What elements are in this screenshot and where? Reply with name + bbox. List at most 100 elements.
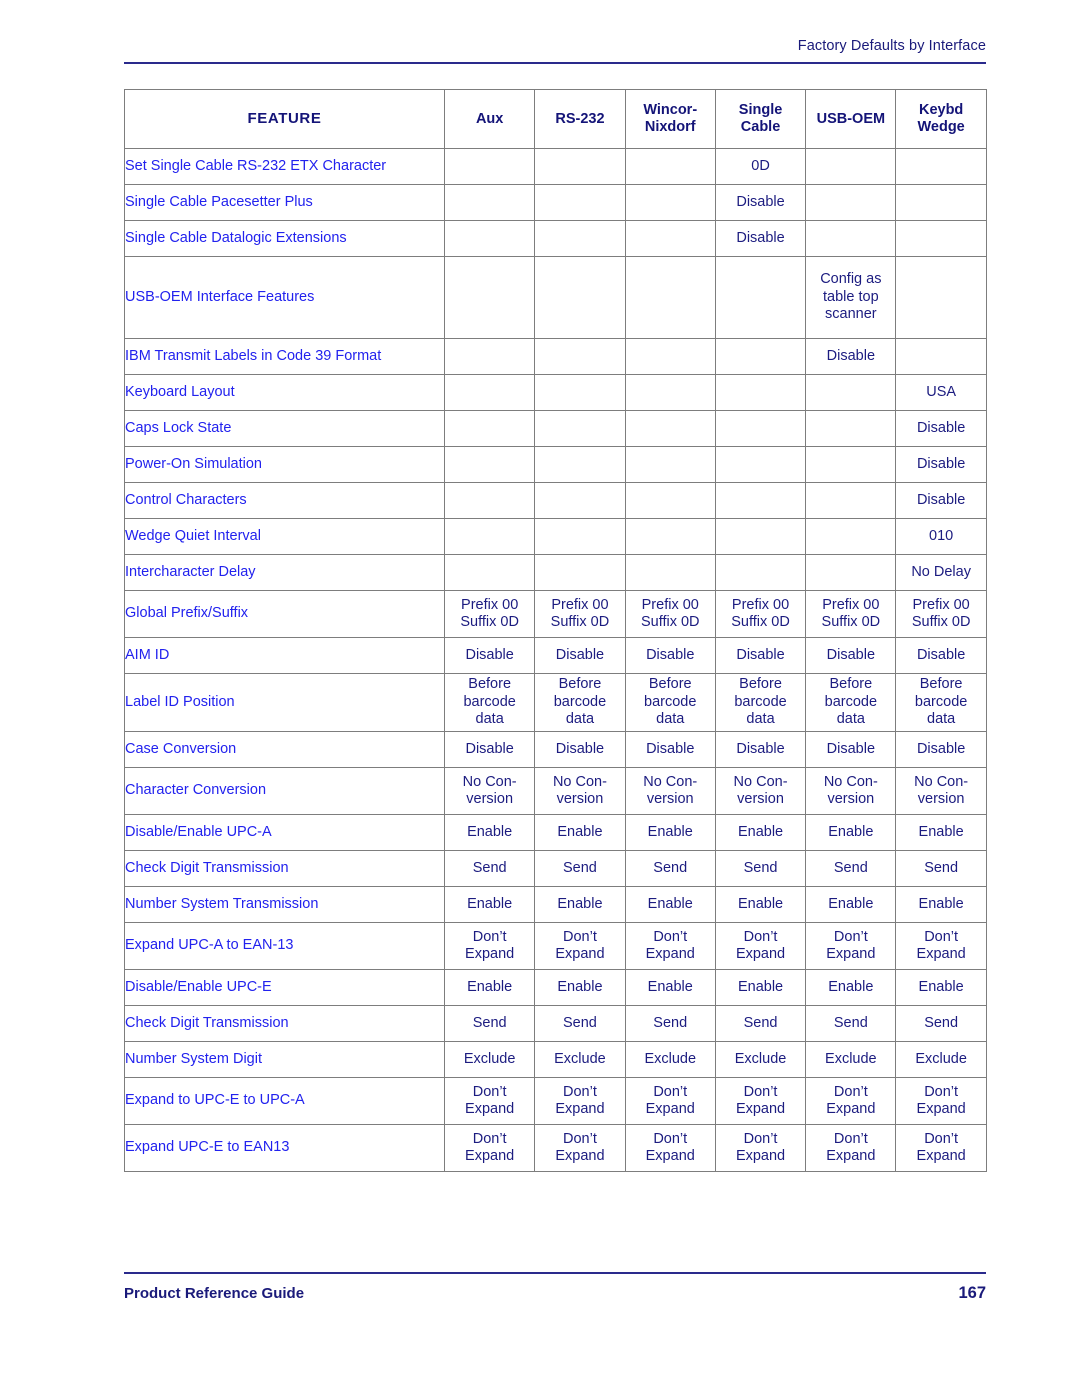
value-cell: Before barcode data	[534, 673, 626, 732]
value-cell	[534, 184, 626, 221]
feature-name-cell: Number System Transmission	[124, 886, 445, 923]
value-cell: Send	[714, 850, 807, 887]
value-cell: Don’t Expand	[895, 1124, 987, 1172]
value-cell: Disable	[534, 637, 626, 674]
value-cell: Enable	[714, 969, 807, 1006]
value-cell: Prefix 00 Suffix 0D	[895, 590, 987, 638]
feature-name-cell: Check Digit Transmission	[124, 850, 445, 887]
value-cell: Exclude	[624, 1041, 716, 1078]
value-cell: Don’t Expand	[895, 922, 987, 970]
value-cell	[624, 518, 716, 555]
value-cell: Enable	[624, 814, 716, 851]
value-cell: No Con-version	[624, 767, 716, 815]
value-cell: Prefix 00 Suffix 0D	[534, 590, 626, 638]
value-cell	[805, 446, 897, 483]
feature-name-cell: Expand UPC-E to EAN13	[124, 1124, 445, 1172]
value-cell: Exclude	[534, 1041, 626, 1078]
value-cell: Disable	[624, 637, 716, 674]
value-cell: Disable	[895, 482, 987, 519]
value-cell: Prefix 00 Suffix 0D	[805, 590, 897, 638]
table-row: USB-OEM Interface Features Config as table…	[124, 256, 987, 339]
value-cell	[624, 554, 716, 591]
value-cell: Send	[534, 1005, 626, 1042]
value-cell: 010	[895, 518, 987, 555]
feature-name-cell: Global Prefix/Suffix	[124, 590, 445, 638]
value-cell: Send	[624, 1005, 716, 1042]
table-row: Expand UPC-A to EAN-13 Don’t Expand Don’t Ex…	[124, 922, 987, 970]
table-row: Case Conversion Disable Disable Disable Disa…	[124, 731, 987, 768]
feature-name-cell: Disable/Enable UPC-E	[124, 969, 445, 1006]
value-cell	[624, 338, 716, 375]
value-cell	[443, 518, 536, 555]
value-cell	[534, 518, 626, 555]
value-cell	[443, 410, 536, 447]
value-cell: Send	[714, 1005, 807, 1042]
value-cell: Exclude	[805, 1041, 897, 1078]
table-header-row: FEATURE Aux RS-232 Wincor- Nixdorf Single Cabl…	[124, 89, 987, 149]
value-cell: Don’t Expand	[624, 1077, 716, 1125]
value-cell: Disable	[714, 637, 807, 674]
footer-rule	[124, 1272, 986, 1274]
value-cell: Disable	[714, 184, 807, 221]
feature-name-cell: Caps Lock State	[124, 410, 445, 447]
value-cell: Send	[624, 850, 716, 887]
value-cell	[443, 148, 536, 185]
value-cell	[714, 374, 807, 411]
feature-name-cell: Check Digit Transmission	[124, 1005, 445, 1042]
value-cell: Don’t Expand	[805, 1077, 897, 1125]
value-cell	[805, 518, 897, 555]
value-cell	[534, 338, 626, 375]
value-cell	[805, 374, 897, 411]
value-cell	[624, 184, 716, 221]
value-cell	[534, 256, 626, 339]
feature-name-cell: IBM Transmit Labels in Code 39 Format	[124, 338, 445, 375]
value-cell: Disable	[443, 637, 536, 674]
value-cell: Don’t Expand	[714, 922, 807, 970]
table-row: Global Prefix/Suffix Prefix 00 Suffix 0D Pr…	[124, 590, 987, 638]
value-cell	[624, 446, 716, 483]
value-cell: Disable	[805, 637, 897, 674]
value-cell: Enable	[534, 814, 626, 851]
table-row: Intercharacter Delay No Delay	[124, 554, 987, 591]
feature-name-cell: Keyboard Layout	[124, 374, 445, 411]
table-head: FEATURE Aux RS-232 Wincor- Nixdorf Single Cabl…	[124, 89, 987, 149]
value-cell	[534, 148, 626, 185]
feature-name-cell: Single Cable Pacesetter Plus	[124, 184, 445, 221]
value-cell	[443, 446, 536, 483]
value-cell: Don’t Expand	[443, 1077, 536, 1125]
value-cell	[624, 410, 716, 447]
table-row: Control Characters Disable	[124, 482, 987, 519]
value-cell: Don’t Expand	[805, 1124, 897, 1172]
value-cell	[895, 256, 987, 339]
value-cell	[624, 220, 716, 257]
table-row: Number System Transmission Enable Enable En…	[124, 886, 987, 923]
value-cell	[443, 554, 536, 591]
value-cell	[805, 184, 897, 221]
value-cell	[805, 148, 897, 185]
feature-name-cell: Expand UPC-A to EAN-13	[124, 922, 445, 970]
feature-name-cell: Intercharacter Delay	[124, 554, 445, 591]
value-cell: No Con-version	[805, 767, 897, 815]
feature-name-cell: Disable/Enable UPC-A	[124, 814, 445, 851]
value-cell: Send	[895, 1005, 987, 1042]
column-header-aux: Aux	[443, 89, 536, 149]
value-cell: Enable	[805, 886, 897, 923]
value-cell: Before barcode data	[805, 673, 897, 732]
value-cell: Send	[443, 850, 536, 887]
column-header-feature: FEATURE	[124, 89, 445, 149]
table-row: Single Cable Datalogic Extensions Disable	[124, 220, 987, 257]
value-cell: Enable	[895, 814, 987, 851]
table-row: IBM Transmit Labels in Code 39 Format Dis…	[124, 338, 987, 375]
running-head: Factory Defaults by Interface	[797, 38, 986, 54]
value-cell	[895, 220, 987, 257]
value-cell: Disable	[895, 410, 987, 447]
value-cell: Enable	[534, 969, 626, 1006]
column-header-keybd-wedge: Keybd Wedge	[895, 89, 987, 149]
table-row: Expand to UPC-E to UPC-A Don’t Expand Don’t…	[124, 1077, 987, 1125]
value-cell: Don’t Expand	[624, 1124, 716, 1172]
value-cell	[624, 374, 716, 411]
value-cell	[714, 338, 807, 375]
value-cell: Send	[534, 850, 626, 887]
value-cell: Don’t Expand	[443, 1124, 536, 1172]
value-cell: Enable	[443, 886, 536, 923]
